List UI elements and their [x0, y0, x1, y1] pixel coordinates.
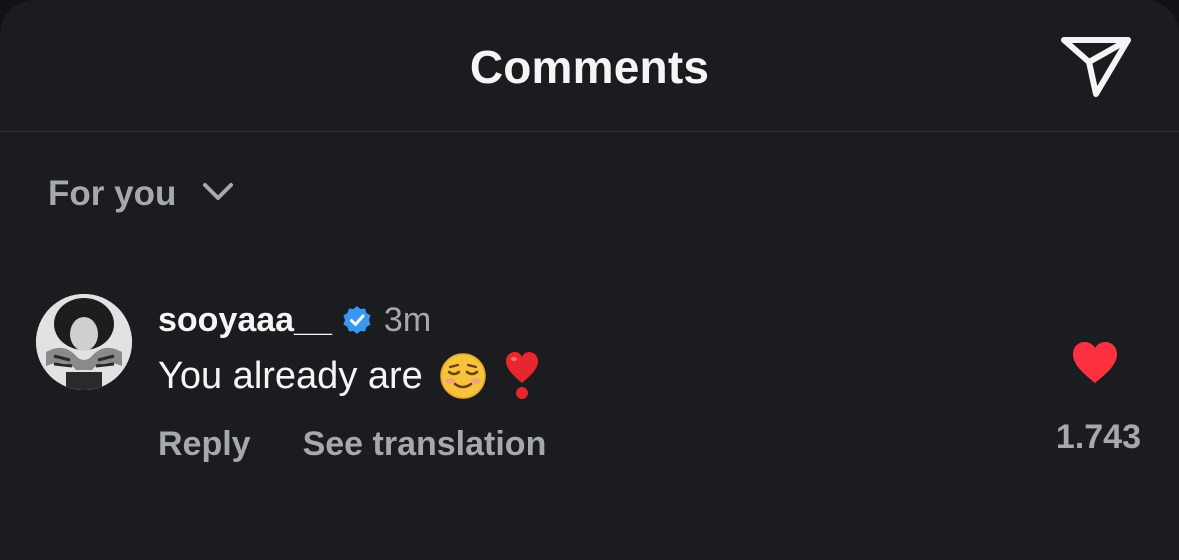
like-count: 1.743	[1055, 418, 1141, 456]
comment-text-row: You already are	[158, 352, 541, 400]
verified-badge-icon	[342, 305, 372, 335]
reply-button[interactable]: Reply	[158, 425, 251, 464]
comment-item: sooyaaa__ 3m You already are Reply See t…	[0, 290, 1179, 490]
sort-filter-dropdown[interactable]: For you	[48, 170, 234, 218]
comment-text: You already are	[158, 354, 423, 397]
sort-filter-label: For you	[48, 174, 177, 213]
comments-sheet: Comments For you sooyaaa__ 3m You alread…	[0, 0, 1179, 560]
heart-icon	[1073, 342, 1117, 383]
chevron-down-icon	[202, 182, 234, 207]
heart-exclamation-emoji	[503, 351, 541, 401]
smiling-face-emoji	[439, 352, 487, 400]
like-button[interactable]	[1070, 340, 1120, 386]
comment-header-row: sooyaaa__ 3m	[158, 298, 431, 342]
see-translation-button[interactable]: See translation	[303, 425, 547, 464]
paper-plane-icon	[1061, 37, 1131, 97]
username[interactable]: sooyaaa__	[158, 301, 332, 340]
comments-header: Comments	[0, 0, 1179, 132]
page-title: Comments	[469, 41, 710, 93]
share-button[interactable]	[1058, 32, 1134, 100]
comment-timestamp: 3m	[383, 300, 432, 339]
comment-actions: Reply See translation	[158, 422, 546, 466]
avatar[interactable]	[36, 294, 132, 390]
